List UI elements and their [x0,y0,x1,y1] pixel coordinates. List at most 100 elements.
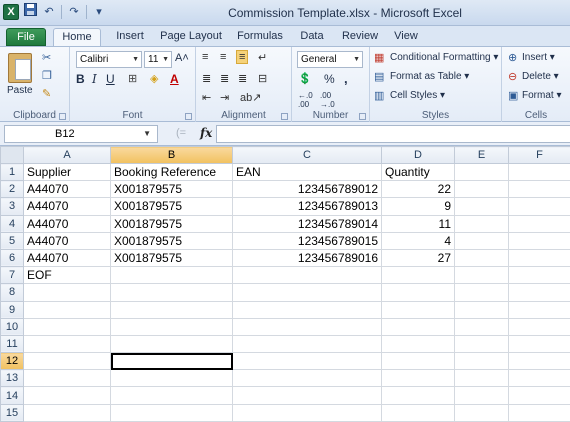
alignment-launcher-icon[interactable] [281,113,288,120]
row-header[interactable]: 11 [0,334,24,354]
cell[interactable] [508,403,570,422]
row-header[interactable]: 3 [0,197,24,216]
cell[interactable]: 123456789014 [232,214,382,233]
active-cell-b12[interactable] [110,352,233,371]
comma-button[interactable]: , [344,71,348,86]
cell[interactable] [508,180,570,199]
tab-formulas[interactable]: Formulas [232,28,288,46]
cell[interactable] [232,266,382,285]
number-format-select[interactable]: General ▼ [297,51,363,68]
font-color-icon[interactable]: A [170,72,179,86]
cell[interactable] [110,403,233,422]
cell[interactable]: A44070 [23,180,111,199]
cell[interactable] [508,334,570,354]
cell[interactable] [508,248,570,268]
cell[interactable] [23,334,111,354]
cell[interactable] [232,317,382,336]
increase-decimal-icon[interactable]: ←.0.00 [298,91,313,109]
tab-page-layout[interactable]: Page Layout [157,28,225,46]
column-header-c[interactable]: C [232,146,382,164]
cell-styles-icon[interactable]: ▥ [374,89,384,102]
align-right-icon[interactable]: ≣ [238,72,247,85]
align-left-icon[interactable]: ≣ [202,72,211,85]
orientation-icon[interactable]: ab↗ [240,91,261,104]
row-header[interactable]: 5 [0,231,24,250]
decrease-indent-icon[interactable]: ⇤ [202,91,211,104]
cell[interactable] [232,369,382,388]
cell[interactable]: 22 [381,180,455,199]
tab-view[interactable]: View [388,28,424,46]
row-header[interactable]: 1 [0,162,24,182]
cell[interactable]: 123456789012 [232,180,382,199]
percent-button[interactable]: % [324,72,335,86]
tab-home[interactable]: Home [53,28,101,46]
cell[interactable]: X001879575 [110,231,233,250]
cell[interactable]: 123456789015 [232,231,382,250]
align-center-icon[interactable]: ≣ [220,72,229,85]
cell[interactable] [381,403,455,422]
insert-function-button[interactable]: fx [200,126,212,140]
cell[interactable] [508,369,570,388]
row-header[interactable]: 15 [0,403,24,422]
cell[interactable] [508,317,570,336]
cell[interactable]: Booking Reference [110,162,233,182]
format-painter-icon[interactable]: ✎ [42,87,51,100]
cell[interactable]: 27 [381,248,455,268]
cell[interactable] [454,283,509,302]
tab-file[interactable]: File [6,28,46,46]
fill-color-icon[interactable]: ◈ [150,72,158,85]
cell[interactable]: X001879575 [110,248,233,268]
cell[interactable]: A44070 [23,248,111,268]
cell[interactable] [381,369,455,388]
tab-review[interactable]: Review [337,28,383,46]
font-family-select[interactable]: Calibri ▼ [76,51,142,68]
cell[interactable] [381,317,455,336]
cell[interactable] [110,300,233,319]
cell[interactable] [454,317,509,336]
row-header[interactable]: 13 [0,369,24,388]
delete-button[interactable]: Delete ▾ [522,71,559,82]
cell[interactable] [23,403,111,422]
cell[interactable] [381,283,455,302]
italic-button[interactable]: I [92,72,97,86]
cell[interactable] [508,266,570,285]
cell[interactable] [454,403,509,422]
align-top-icon[interactable]: ≡ [202,51,208,63]
cell[interactable] [381,266,455,285]
row-header[interactable]: 10 [0,317,24,336]
cell[interactable] [110,283,233,302]
row-header-selected[interactable]: 12 [0,352,24,371]
cell[interactable] [508,300,570,319]
cut-icon[interactable]: ✂ [42,51,51,64]
cell[interactable] [23,283,111,302]
align-middle-icon[interactable]: ≡ [220,51,226,63]
row-header[interactable]: 2 [0,180,24,199]
cell[interactable] [508,231,570,250]
cell[interactable] [454,197,509,216]
tab-data[interactable]: Data [293,28,331,46]
cell[interactable]: A44070 [23,214,111,233]
format-cells-icon[interactable]: ▣ [508,89,518,102]
cell[interactable] [508,214,570,233]
cell[interactable]: X001879575 [110,180,233,199]
clipboard-launcher-icon[interactable] [59,113,66,120]
number-launcher-icon[interactable] [359,113,366,120]
cell[interactable] [110,317,233,336]
cell[interactable]: 123456789013 [232,197,382,216]
cell[interactable] [454,369,509,388]
align-bottom-icon[interactable]: ≡ [236,50,249,64]
cell[interactable] [381,386,455,405]
cell[interactable] [454,352,509,371]
cell[interactable] [381,300,455,319]
cell[interactable]: EOF [23,266,111,285]
cell[interactable] [454,386,509,405]
cell[interactable] [232,403,382,422]
cell[interactable] [110,386,233,405]
row-header[interactable]: 6 [0,248,24,268]
column-header-a[interactable]: A [23,146,111,164]
font-launcher-icon[interactable] [185,113,192,120]
cell[interactable]: 4 [381,231,455,250]
cell[interactable] [232,352,382,371]
cell[interactable]: Supplier [23,162,111,182]
cell[interactable] [23,386,111,405]
